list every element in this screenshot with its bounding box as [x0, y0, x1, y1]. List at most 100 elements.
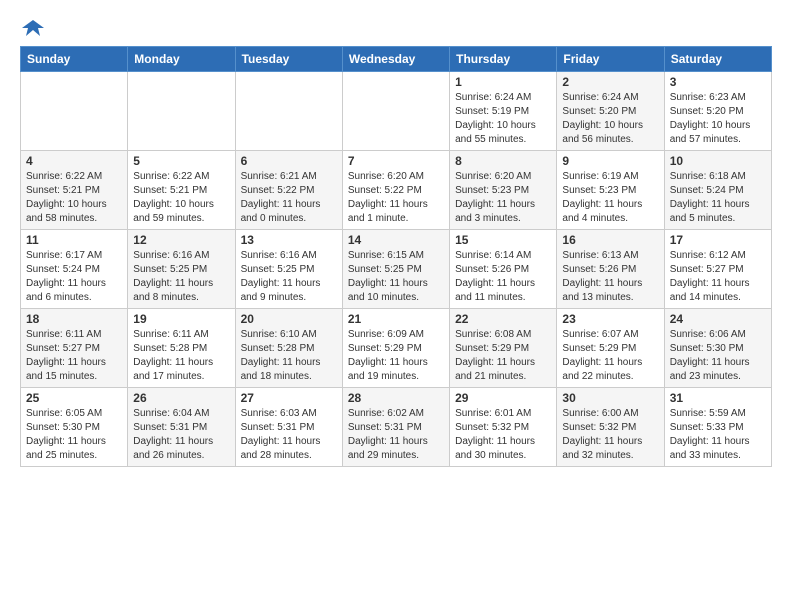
calendar-cell: 30 Sunrise: 6:00 AM Sunset: 5:32 PM Dayli… [557, 388, 664, 467]
calendar-cell: 18Sunrise: 6:11 AM Sunset: 5:27 PM Dayli… [21, 309, 128, 388]
day-info: Sunrise: 6:07 AM Sunset: 5:29 PM Dayligh… [562, 328, 658, 384]
day-info: Sunrise: 6:06 AM Sunset: 5:30 PM Dayligh… [670, 328, 766, 384]
day-number: 2 [562, 75, 658, 89]
day-info: Sunrise: 6:11 AM Sunset: 5:27 PM Dayligh… [26, 328, 122, 384]
calendar-cell: 22 Sunrise: 6:08 AM Sunset: 5:29 PM Dayli… [450, 309, 557, 388]
calendar-cell [235, 72, 342, 151]
calendar-cell: 24 Sunrise: 6:06 AM Sunset: 5:30 PM Dayli… [664, 309, 771, 388]
calendar-cell: 25 Sunrise: 6:05 AM Sunset: 5:30 PM Dayli… [21, 388, 128, 467]
logo [20, 18, 44, 36]
day-info: Sunrise: 6:19 AM Sunset: 5:23 PM Dayligh… [562, 170, 658, 226]
day-number: 31 [670, 391, 766, 405]
calendar: SundayMondayTuesdayWednesdayThursdayFrid… [20, 46, 772, 467]
day-number: 15 [455, 233, 551, 247]
page: SundayMondayTuesdayWednesdayThursdayFrid… [0, 0, 792, 612]
day-info: Sunrise: 6:00 AM Sunset: 5:32 PM Dayligh… [562, 407, 658, 463]
day-info: Sunrise: 6:24 AM Sunset: 5:20 PM Dayligh… [562, 91, 658, 147]
calendar-cell: 6Sunrise: 6:21 AM Sunset: 5:22 PM Daylig… [235, 151, 342, 230]
day-info: Sunrise: 6:22 AM Sunset: 5:21 PM Dayligh… [26, 170, 122, 226]
day-info: Sunrise: 6:02 AM Sunset: 5:31 PM Dayligh… [348, 407, 444, 463]
day-number: 27 [241, 391, 337, 405]
day-number: 7 [348, 154, 444, 168]
day-number: 30 [562, 391, 658, 405]
day-info: Sunrise: 6:10 AM Sunset: 5:28 PM Dayligh… [241, 328, 337, 384]
day-info: Sunrise: 6:12 AM Sunset: 5:27 PM Dayligh… [670, 249, 766, 305]
week-row-4: 18Sunrise: 6:11 AM Sunset: 5:27 PM Dayli… [21, 309, 772, 388]
weekday-header-wednesday: Wednesday [342, 47, 449, 72]
weekday-header-monday: Monday [128, 47, 235, 72]
day-info: Sunrise: 6:08 AM Sunset: 5:29 PM Dayligh… [455, 328, 551, 384]
day-info: Sunrise: 6:09 AM Sunset: 5:29 PM Dayligh… [348, 328, 444, 384]
day-info: Sunrise: 6:18 AM Sunset: 5:24 PM Dayligh… [670, 170, 766, 226]
day-number: 28 [348, 391, 444, 405]
day-number: 10 [670, 154, 766, 168]
day-number: 24 [670, 312, 766, 326]
calendar-cell: 14Sunrise: 6:15 AM Sunset: 5:25 PM Dayli… [342, 230, 449, 309]
day-number: 4 [26, 154, 122, 168]
calendar-cell: 7 Sunrise: 6:20 AM Sunset: 5:22 PM Daylig… [342, 151, 449, 230]
logo-text [20, 18, 44, 36]
day-info: Sunrise: 6:15 AM Sunset: 5:25 PM Dayligh… [348, 249, 444, 305]
day-number: 11 [26, 233, 122, 247]
day-info: Sunrise: 6:21 AM Sunset: 5:22 PM Dayligh… [241, 170, 337, 226]
day-number: 25 [26, 391, 122, 405]
day-number: 9 [562, 154, 658, 168]
day-number: 8 [455, 154, 551, 168]
calendar-cell [128, 72, 235, 151]
week-row-5: 25 Sunrise: 6:05 AM Sunset: 5:30 PM Dayli… [21, 388, 772, 467]
calendar-cell: 3Sunrise: 6:23 AM Sunset: 5:20 PM Daylig… [664, 72, 771, 151]
calendar-cell: 27 Sunrise: 6:03 AM Sunset: 5:31 PM Dayli… [235, 388, 342, 467]
weekday-header-thursday: Thursday [450, 47, 557, 72]
calendar-cell: 31 Sunrise: 5:59 AM Sunset: 5:33 PM Dayli… [664, 388, 771, 467]
day-info: Sunrise: 6:13 AM Sunset: 5:26 PM Dayligh… [562, 249, 658, 305]
day-number: 23 [562, 312, 658, 326]
day-number: 22 [455, 312, 551, 326]
day-info: Sunrise: 6:20 AM Sunset: 5:22 PM Dayligh… [348, 170, 444, 226]
day-info: Sunrise: 5:59 AM Sunset: 5:33 PM Dayligh… [670, 407, 766, 463]
day-number: 13 [241, 233, 337, 247]
calendar-cell: 10 Sunrise: 6:18 AM Sunset: 5:24 PM Dayli… [664, 151, 771, 230]
day-number: 21 [348, 312, 444, 326]
calendar-cell: 8 Sunrise: 6:20 AM Sunset: 5:23 PM Daylig… [450, 151, 557, 230]
week-row-1: 1Sunrise: 6:24 AM Sunset: 5:19 PM Daylig… [21, 72, 772, 151]
day-number: 12 [133, 233, 229, 247]
calendar-cell: 26Sunrise: 6:04 AM Sunset: 5:31 PM Dayli… [128, 388, 235, 467]
calendar-cell: 15Sunrise: 6:14 AM Sunset: 5:26 PM Dayli… [450, 230, 557, 309]
week-row-2: 4 Sunrise: 6:22 AM Sunset: 5:21 PM Daylig… [21, 151, 772, 230]
day-number: 17 [670, 233, 766, 247]
header [20, 18, 772, 36]
calendar-cell: 5 Sunrise: 6:22 AM Sunset: 5:21 PM Daylig… [128, 151, 235, 230]
calendar-cell: 23 Sunrise: 6:07 AM Sunset: 5:29 PM Dayli… [557, 309, 664, 388]
calendar-cell: 1Sunrise: 6:24 AM Sunset: 5:19 PM Daylig… [450, 72, 557, 151]
day-number: 19 [133, 312, 229, 326]
day-info: Sunrise: 6:16 AM Sunset: 5:25 PM Dayligh… [241, 249, 337, 305]
day-number: 29 [455, 391, 551, 405]
day-info: Sunrise: 6:22 AM Sunset: 5:21 PM Dayligh… [133, 170, 229, 226]
day-info: Sunrise: 6:20 AM Sunset: 5:23 PM Dayligh… [455, 170, 551, 226]
calendar-cell: 29 Sunrise: 6:01 AM Sunset: 5:32 PM Dayli… [450, 388, 557, 467]
calendar-cell: 12 Sunrise: 6:16 AM Sunset: 5:25 PM Dayli… [128, 230, 235, 309]
weekday-header-saturday: Saturday [664, 47, 771, 72]
calendar-cell: 21 Sunrise: 6:09 AM Sunset: 5:29 PM Dayli… [342, 309, 449, 388]
day-info: Sunrise: 6:03 AM Sunset: 5:31 PM Dayligh… [241, 407, 337, 463]
day-number: 3 [670, 75, 766, 89]
calendar-cell [21, 72, 128, 151]
logo-bird-icon [22, 18, 44, 36]
day-number: 5 [133, 154, 229, 168]
calendar-cell: 19 Sunrise: 6:11 AM Sunset: 5:28 PM Dayli… [128, 309, 235, 388]
weekday-header-friday: Friday [557, 47, 664, 72]
week-row-3: 11Sunrise: 6:17 AM Sunset: 5:24 PM Dayli… [21, 230, 772, 309]
day-number: 26 [133, 391, 229, 405]
calendar-cell [342, 72, 449, 151]
weekday-header-row: SundayMondayTuesdayWednesdayThursdayFrid… [21, 47, 772, 72]
calendar-cell: 13 Sunrise: 6:16 AM Sunset: 5:25 PM Dayli… [235, 230, 342, 309]
weekday-header-sunday: Sunday [21, 47, 128, 72]
calendar-cell: 11Sunrise: 6:17 AM Sunset: 5:24 PM Dayli… [21, 230, 128, 309]
day-number: 16 [562, 233, 658, 247]
day-info: Sunrise: 6:16 AM Sunset: 5:25 PM Dayligh… [133, 249, 229, 305]
day-info: Sunrise: 6:05 AM Sunset: 5:30 PM Dayligh… [26, 407, 122, 463]
calendar-cell: 28 Sunrise: 6:02 AM Sunset: 5:31 PM Dayli… [342, 388, 449, 467]
day-info: Sunrise: 6:11 AM Sunset: 5:28 PM Dayligh… [133, 328, 229, 384]
day-number: 1 [455, 75, 551, 89]
day-info: Sunrise: 6:01 AM Sunset: 5:32 PM Dayligh… [455, 407, 551, 463]
